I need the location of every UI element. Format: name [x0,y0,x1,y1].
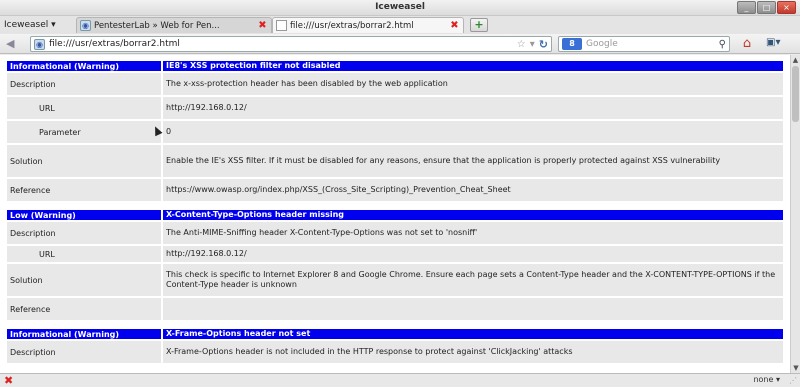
vertical-scrollbar[interactable]: ▲ ▼ [790,55,800,373]
row-label: URL [7,246,161,262]
close-icon[interactable]: ✖ [4,374,13,387]
severity-label: Informational (Warning) [7,61,161,71]
table-row: Reference [7,296,783,320]
row-label: Description [7,222,161,244]
bookmarks-menu-icon[interactable]: ▣▾ [766,37,788,51]
window-title: Iceweasel [375,2,425,12]
minimize-button[interactable]: _ [737,1,756,14]
zoom-selector[interactable]: none ▾ [753,375,780,384]
scroll-up-icon[interactable]: ▲ [791,55,800,65]
table-row: Description X-Frame-Options header is no… [7,339,783,363]
search-input[interactable]: Google [586,39,715,49]
row-label: Solution [7,264,161,296]
table-row: Solution This check is specific to Inter… [7,262,783,296]
app-menu-button[interactable]: Iceweasel ▾ [4,18,56,32]
report-section: Informational (Warning) IE8's XSS protec… [7,59,783,201]
section-header: Informational (Warning) IE8's XSS protec… [7,59,783,71]
row-label: URL [7,97,161,119]
row-label: Reference [7,298,161,320]
row-label: Solution [7,145,161,177]
tab-borrar2[interactable]: file:///usr/extras/borrar2.html ✖ [272,17,464,33]
globe-icon: ◉ [80,20,91,31]
row-label: Reference [7,179,161,201]
row-value: Enable the IE's XSS filter. If it must b… [163,145,783,177]
table-row: Solution Enable the IE's XSS filter. If … [7,143,783,177]
zoom-value: none [753,375,774,384]
table-row: URL http://192.168.0.12/ [7,244,783,262]
row-value: 0 [163,121,783,143]
report-section: Low (Warning) X-Content-Type-Options hea… [7,208,783,320]
finding-title: X-Frame-Options header not set [163,329,783,339]
row-value [163,298,783,320]
close-window-button[interactable]: × [777,1,796,14]
scroll-down-icon[interactable]: ▼ [791,363,800,373]
bookmark-star-icon[interactable]: ☆ [517,39,526,50]
report: Informational (Warning) IE8's XSS protec… [7,59,783,370]
page-content: Informational (Warning) IE8's XSS protec… [0,55,790,373]
resize-grip-icon[interactable]: ⋰ [789,376,797,385]
tab-label: file:///usr/extras/borrar2.html [290,20,414,31]
row-value: The x-xss-protection header has been dis… [163,73,783,95]
row-label: Description [7,73,161,95]
search-bar[interactable]: 8 Google ⚲ [558,36,730,52]
close-tab-icon[interactable]: ✖ [257,20,268,31]
section-header: Informational (Warning) X-Frame-Options … [7,327,783,339]
report-section: Informational (Warning) X-Frame-Options … [7,327,783,363]
search-icon[interactable]: ⚲ [719,39,726,50]
status-bar: ✖ none ▾ ⋰ [0,373,800,387]
back-arrow-icon[interactable]: ◀ [6,38,22,50]
window-controls: _ □ × [737,1,796,14]
url-text[interactable]: file:///usr/extras/borrar2.html [49,39,513,49]
search-engine-icon[interactable]: 8 [562,38,582,50]
app-menu-label: Iceweasel [4,20,49,30]
row-value: This check is specific to Internet Explo… [163,264,783,296]
table-row: Parameter 0 [7,119,783,143]
home-icon[interactable]: ⌂ [738,37,756,51]
tab-bar: Iceweasel ▾ ◉ PentesterLab » Web for Pen… [0,16,800,34]
new-tab-button[interactable]: + [470,18,488,32]
tab-label: PentesterLab » Web for Pen... [94,20,220,31]
reference-link[interactable]: https://www.owasp.org/index.php/XSS_(Cro… [163,179,783,201]
row-label: Parameter [7,121,161,143]
scrollbar-thumb[interactable] [792,66,799,122]
site-identity-icon[interactable]: ◉ [34,38,45,50]
row-value: http://192.168.0.12/ [163,246,783,262]
table-row: URL http://192.168.0.12/ [7,95,783,119]
table-row: Description The Anti-MIME-Sniffing heade… [7,220,783,244]
chevron-down-icon: ▾ [51,20,56,30]
finding-title: X-Content-Type-Options header missing [163,210,783,220]
chevron-down-icon[interactable]: ▾ [530,39,535,50]
table-row: Reference https://www.owasp.org/index.ph… [7,177,783,201]
finding-title: IE8's XSS protection filter not disabled [163,61,783,71]
window-titlebar: Iceweasel _ □ × [0,0,800,16]
navigation-toolbar: ◀ ◉ file:///usr/extras/borrar2.html ☆ ▾ … [0,34,800,54]
row-label: Description [7,341,161,363]
severity-label: Low (Warning) [7,210,161,220]
section-header: Low (Warning) X-Content-Type-Options hea… [7,208,783,220]
reload-icon[interactable]: ↻ [539,38,548,51]
row-value: The Anti-MIME-Sniffing header X-Content-… [163,222,783,244]
row-value: X-Frame-Options header is not included i… [163,341,783,363]
tab-pentesterlab[interactable]: ◉ PentesterLab » Web for Pen... ✖ [76,17,272,33]
url-bar[interactable]: ◉ file:///usr/extras/borrar2.html ☆ ▾ ↻ [30,36,552,52]
severity-label: Informational (Warning) [7,329,161,339]
maximize-button[interactable]: □ [757,1,776,14]
table-row: Description The x-xss-protection header … [7,71,783,95]
row-value: http://192.168.0.12/ [163,97,783,119]
page-icon [276,20,287,31]
close-tab-icon[interactable]: ✖ [449,20,460,31]
